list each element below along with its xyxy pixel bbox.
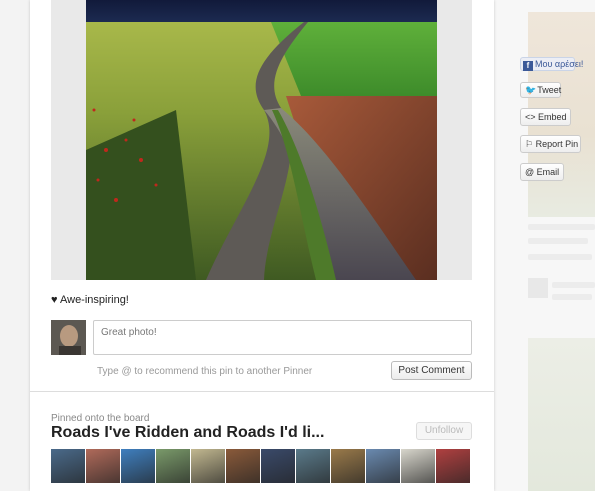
background-thumbnail xyxy=(528,278,548,298)
avatar[interactable] xyxy=(51,320,86,355)
board-thumbnail[interactable] xyxy=(436,449,470,483)
board-thumbnails xyxy=(51,449,470,483)
facebook-icon: f xyxy=(523,61,533,71)
board-thumbnail[interactable] xyxy=(191,449,225,483)
like-label: Μου αρέσει! xyxy=(535,59,584,69)
pin-description: ♥ Awe-inspiring! xyxy=(51,294,129,306)
pin-panel: ♥ Awe-inspiring! Type @ to recommend thi… xyxy=(30,0,494,491)
board-thumbnail[interactable] xyxy=(296,449,330,483)
board-thumbnail[interactable] xyxy=(401,449,435,483)
board-thumbnail[interactable] xyxy=(366,449,400,483)
pin-image-frame xyxy=(51,0,472,280)
comment-input[interactable] xyxy=(93,320,472,355)
background-text xyxy=(552,282,595,288)
board-thumbnail[interactable] xyxy=(121,449,155,483)
pin-image[interactable] xyxy=(86,0,437,280)
board-label: Pinned onto the board xyxy=(51,413,150,424)
report-pin-button[interactable]: ⚐ Report Pin xyxy=(520,135,581,153)
divider xyxy=(30,391,494,392)
background-text xyxy=(528,224,595,230)
background-text xyxy=(552,294,592,300)
facebook-like-button[interactable]: f Μου αρέσει! xyxy=(520,57,583,71)
board-thumbnail[interactable] xyxy=(331,449,365,483)
email-button[interactable]: @ Email xyxy=(520,163,564,181)
board-title[interactable]: Roads I've Ridden and Roads I'd li... xyxy=(51,424,324,442)
background-column xyxy=(0,0,30,491)
twitter-bird-icon: 🐦 xyxy=(525,85,537,95)
background-text xyxy=(528,254,592,260)
embed-button[interactable]: <> Embed xyxy=(520,108,571,126)
background-pin-card xyxy=(528,338,595,491)
comment-hint: Type @ to recommend this pin to another … xyxy=(97,366,313,377)
board-thumbnail[interactable] xyxy=(156,449,190,483)
board-thumbnail[interactable] xyxy=(86,449,120,483)
board-thumbnail[interactable] xyxy=(261,449,295,483)
tweet-button[interactable]: 🐦Tweet xyxy=(520,82,561,98)
board-thumbnail[interactable] xyxy=(51,449,85,483)
background-text xyxy=(528,238,588,244)
board-thumbnail[interactable] xyxy=(226,449,260,483)
tweet-label: Tweet xyxy=(537,85,562,95)
post-comment-button[interactable]: Post Comment xyxy=(391,361,472,380)
unfollow-button[interactable]: Unfollow xyxy=(416,422,472,440)
